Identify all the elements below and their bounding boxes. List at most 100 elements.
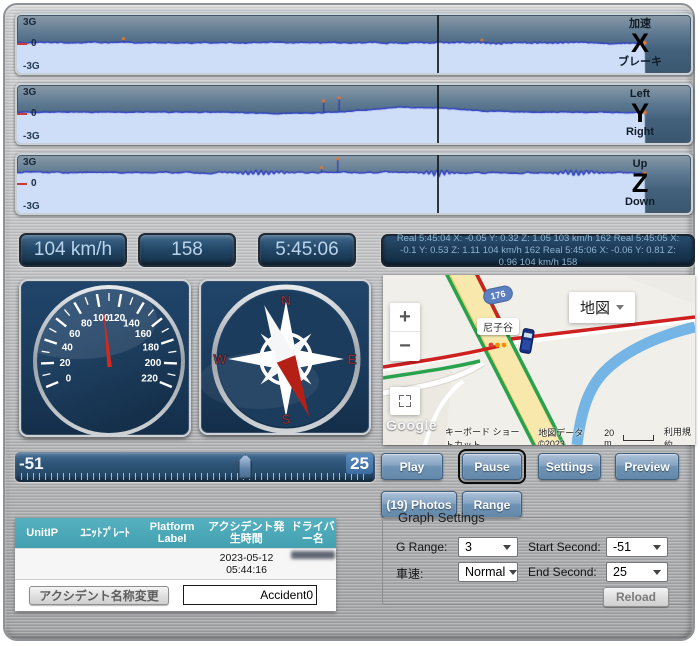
svg-text:40: 40 <box>62 343 74 354</box>
zoom-out-button[interactable]: − <box>390 332 420 361</box>
chevron-down-icon <box>653 570 661 575</box>
timeline-end-label: 25 <box>346 454 373 474</box>
settings-button[interactable]: Settings <box>538 453 601 480</box>
playhead-cursor[interactable] <box>437 15 439 73</box>
map-scale-label: 20 m <box>604 428 619 446</box>
zoom-in-button[interactable]: + <box>390 303 420 332</box>
playhead-cursor[interactable] <box>437 85 439 143</box>
end-second-value: 25 <box>613 565 627 579</box>
g-graph-z[interactable]: 3G 0 -3G Up Z Down <box>15 153 693 215</box>
zero-tick-red <box>16 113 27 115</box>
compass-n-label: N <box>281 292 291 308</box>
map-place-label: 尼子谷 <box>477 318 519 335</box>
g-range-label: G Range: <box>396 540 447 554</box>
terms-link[interactable]: 利用規約 <box>664 425 691 446</box>
vehicle-speed-select[interactable]: Normal <box>458 562 518 582</box>
zero-tick-red <box>16 43 27 45</box>
app-window: 3G 0 -3G 加速 X ブレーキ 3G 0 -3G Left Y Right… <box>0 0 700 646</box>
col-platform-label: Platform Label <box>141 518 203 548</box>
heading-readout: 158 <box>138 233 236 267</box>
zero-tick-red <box>16 183 27 185</box>
y-axis-min: -3G <box>23 61 40 72</box>
svg-text:60: 60 <box>69 329 81 340</box>
svg-text:180: 180 <box>142 343 159 354</box>
start-second-label: Start Second: <box>528 540 601 554</box>
fullscreen-button[interactable] <box>390 387 420 415</box>
svg-text:200: 200 <box>145 358 162 369</box>
timeline-ticks <box>21 473 369 480</box>
map[interactable]: 176 尼子谷 + − 地図 Google キーボード ショートカット 地図デー… <box>383 275 695 445</box>
graph-settings-group: Graph Settings G Range: 3 Start Second: … <box>382 517 695 605</box>
timeline-slider[interactable]: -51 25 <box>15 452 375 482</box>
svg-text:100: 100 <box>93 313 110 324</box>
svg-text:160: 160 <box>135 329 152 340</box>
vehicle-speed-value: Normal <box>465 565 505 579</box>
map-type-button[interactable]: 地図 <box>569 292 635 323</box>
accident-name-input[interactable] <box>183 585 317 605</box>
accident-date: 2023-05-12 <box>220 552 274 564</box>
y-axis-min: -3G <box>23 131 40 142</box>
table-actions-row: アクシデント名称変更 <box>15 579 336 611</box>
table-row[interactable]: 2023-05-12 05:44:16 <box>15 548 336 579</box>
y-axis-zero: 0 <box>31 178 37 189</box>
y-axis-max: 3G <box>23 17 36 28</box>
accident-time: 05:44:16 <box>226 564 267 576</box>
compass-icon: N S W E <box>201 281 369 433</box>
x-negative-label: ブレーキ <box>605 56 675 68</box>
col-driver-name: ドライバー名 <box>289 518 336 548</box>
g-range-select[interactable]: 3 <box>458 537 518 557</box>
start-second-select[interactable]: -51 <box>606 537 668 557</box>
col-accident-time: アクシデント発生時間 <box>203 518 289 548</box>
graph-settings-legend: Graph Settings <box>393 510 490 525</box>
y-axis-max: 3G <box>23 87 36 98</box>
y-negative-label: Right <box>605 126 675 138</box>
reload-button[interactable]: Reload <box>603 587 669 607</box>
svg-text:20: 20 <box>59 358 71 369</box>
accident-table: UnitIP ﾕﾆｯﾄﾌﾟﾚｰﾄ Platform Label アクシデント発生… <box>15 518 336 611</box>
chevron-down-icon <box>616 305 624 310</box>
g-graph-y-plot <box>17 85 691 143</box>
keyboard-shortcuts-link[interactable]: キーボード ショートカット <box>445 425 528 446</box>
y-axis-zero: 0 <box>31 38 37 49</box>
timeline-start-label: -51 <box>19 454 44 474</box>
map-scalebar <box>623 435 654 441</box>
preview-button[interactable]: Preview <box>615 453 679 480</box>
end-second-label: End Second: <box>528 565 597 579</box>
svg-text:80: 80 <box>81 319 93 330</box>
compass-e-label: E <box>347 351 356 367</box>
y-axis-letter: Y <box>605 100 675 126</box>
g-graph-x[interactable]: 3G 0 -3G 加速 X ブレーキ <box>15 13 693 75</box>
y-axis-max: 3G <box>23 157 36 168</box>
map-type-label: 地図 <box>580 297 610 318</box>
rename-accident-button[interactable]: アクシデント名称変更 <box>29 586 169 605</box>
end-second-select[interactable]: 25 <box>606 562 668 582</box>
col-unitip: UnitIP <box>15 518 69 548</box>
start-second-value: -51 <box>613 540 631 554</box>
time-readout: 5:45:06 <box>258 233 356 267</box>
map-attribution: キーボード ショートカット 地図データ ©2023 20 m 利用規約 <box>383 430 695 445</box>
compass-panel: N S W E <box>199 279 371 435</box>
playhead-cursor[interactable] <box>437 155 439 213</box>
map-zoom-control: + − <box>390 303 420 361</box>
pause-button[interactable]: Pause <box>462 453 522 480</box>
vehicle-speed-label: 車速: <box>396 565 423 582</box>
fullscreen-icon <box>399 395 411 407</box>
g-graph-x-plot <box>17 15 691 73</box>
telemetry-log: Real 5:45:04 X: -0.05 Y: 0.32 Z: 1.05 10… <box>381 234 695 267</box>
play-button[interactable]: Play <box>381 453 443 480</box>
z-negative-label: Down <box>605 196 675 208</box>
svg-text:220: 220 <box>141 373 158 384</box>
svg-text:0: 0 <box>66 373 72 384</box>
y-axis-min: -3G <box>23 201 40 212</box>
x-axis-letter: X <box>605 30 675 56</box>
col-unit-plate: ﾕﾆｯﾄﾌﾟﾚｰﾄ <box>69 518 141 548</box>
timeline-thumb[interactable] <box>238 454 252 479</box>
g-range-value: 3 <box>465 540 472 554</box>
compass-s-label: S <box>281 411 290 427</box>
g-graph-y[interactable]: 3G 0 -3G Left Y Right <box>15 83 693 145</box>
map-data-label: 地図データ ©2023 <box>538 426 594 445</box>
speed-readout: 104 km/h <box>19 233 127 267</box>
chevron-down-icon <box>653 545 661 550</box>
redacted-driver-name <box>291 551 335 559</box>
speedometer-panel: 020406080100120140160180200220 <box>19 279 191 437</box>
